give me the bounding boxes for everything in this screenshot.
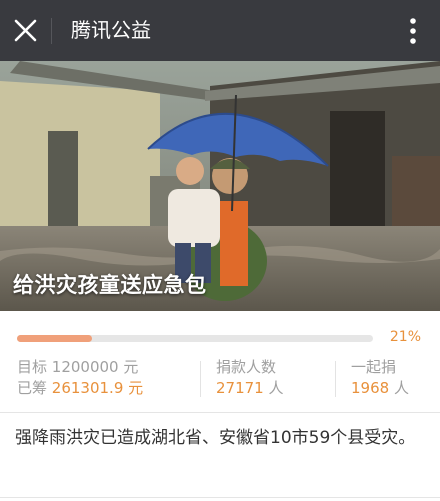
hero-caption: 给洪灾孩童送应急包: [13, 273, 207, 297]
raised-unit: 元: [128, 379, 144, 397]
progress-bar: [17, 335, 373, 342]
together-value: 1968: [351, 379, 390, 397]
together-unit: 人: [393, 379, 409, 397]
close-button[interactable]: [12, 17, 39, 44]
donors-unit: 人: [268, 379, 284, 397]
section-divider: [0, 497, 440, 498]
target-stat: 目标 1200000 元 已筹 261301.9 元: [17, 357, 143, 399]
target-unit: 元: [123, 358, 139, 376]
hero-image[interactable]: 给洪灾孩童送应急包: [0, 61, 440, 311]
raised-value: 261301.9: [51, 379, 124, 397]
page-title: 腾讯公益: [71, 18, 151, 42]
project-description: 强降雨洪灾已造成湖北省、安徽省10市59个县受灾。: [15, 428, 416, 448]
donors-stat: 捐款人数 27171 人: [216, 357, 284, 399]
raised-label: 已筹: [17, 379, 48, 397]
close-icon: [14, 19, 37, 42]
top-bar: 腾讯公益: [0, 0, 440, 61]
together-label: 一起捐: [351, 358, 397, 376]
more-button[interactable]: [406, 16, 420, 46]
section-divider: [0, 412, 440, 413]
donors-label: 捐款人数: [216, 358, 277, 376]
stats-divider: [335, 361, 336, 397]
together-stat: 一起捐 1968 人: [351, 357, 409, 399]
progress-percent: 21%: [389, 329, 421, 345]
stats-divider: [200, 361, 201, 397]
progress-fill: [17, 335, 92, 342]
header-divider: [51, 18, 52, 44]
more-vertical-icon: [410, 18, 416, 44]
donors-value: 27171: [216, 379, 264, 397]
target-label: 目标: [17, 358, 48, 376]
donation-stats: 21% 目标 1200000 元 已筹 261301.9 元 捐款人数 2717…: [0, 311, 440, 413]
target-value: 1200000: [51, 358, 119, 376]
